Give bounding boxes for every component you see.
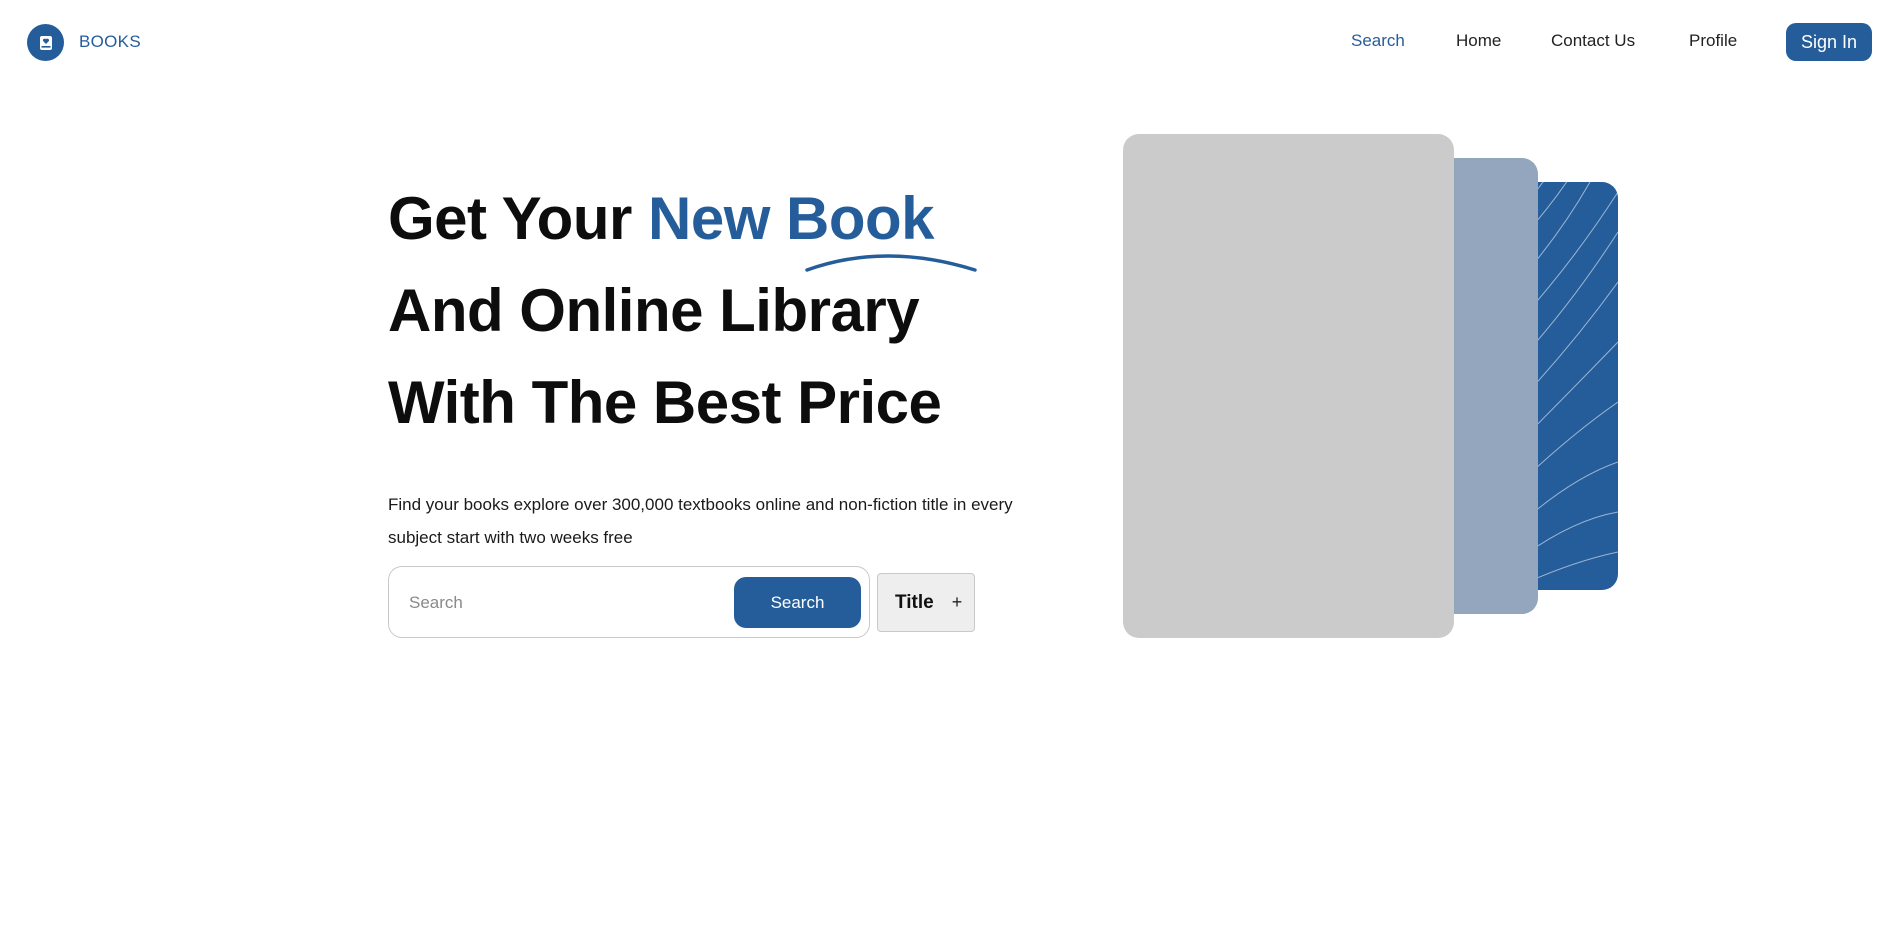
underline-swoosh	[805, 254, 977, 272]
title-filter-label: Title	[895, 591, 934, 613]
top-navbar: BOOKS Search Home Contact Us Profile Sig…	[0, 0, 1895, 84]
search-input[interactable]	[409, 589, 709, 617]
headline-line-3: With The Best Price	[388, 369, 942, 436]
search-button[interactable]: Search	[734, 577, 861, 628]
plus-icon: +	[951, 592, 963, 612]
nav-link-home[interactable]: Home	[1456, 31, 1501, 51]
sign-in-button[interactable]: Sign In	[1786, 23, 1872, 61]
title-filter-button[interactable]: Title +	[877, 573, 975, 632]
headline-line-1: Get Your New Book	[388, 189, 935, 249]
hero-description: Find your books explore over 300,000 tex…	[388, 495, 1013, 547]
brand-name[interactable]: BOOKS	[79, 32, 141, 52]
nav-link-profile[interactable]: Profile	[1689, 31, 1737, 51]
headline-accent: New Book	[648, 185, 935, 252]
logo-badge[interactable]	[27, 24, 64, 61]
book-icon	[39, 35, 52, 50]
headline-prefix: Get Your	[388, 185, 648, 252]
nav-link-contact-us[interactable]: Contact Us	[1551, 31, 1635, 51]
nav-link-search[interactable]: Search	[1351, 31, 1405, 51]
headline-line-2: And Online Library	[388, 277, 920, 344]
book-card-front	[1123, 134, 1454, 638]
search-bar: Search	[388, 566, 870, 638]
